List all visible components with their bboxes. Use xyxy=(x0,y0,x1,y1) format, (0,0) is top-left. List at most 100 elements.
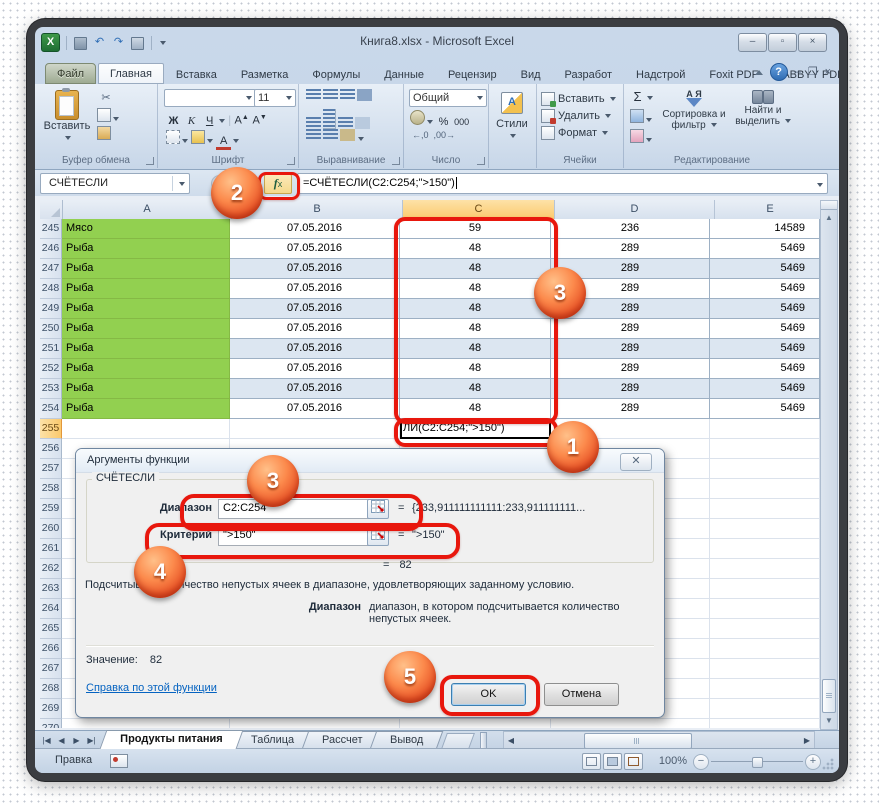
copy-button[interactable] xyxy=(97,108,119,125)
cell-B249[interactable]: 07.05.2016 xyxy=(230,299,400,319)
insert-worksheet-tab[interactable] xyxy=(442,733,476,749)
cell-B270[interactable] xyxy=(230,719,400,728)
range-input[interactable]: C2:C254 xyxy=(218,499,370,519)
function-help-link[interactable]: Справка по этой функции xyxy=(86,682,217,694)
cell-B248[interactable]: 07.05.2016 xyxy=(230,279,400,299)
cell-E249[interactable]: 5469 xyxy=(710,299,820,319)
cell-E263[interactable] xyxy=(710,579,820,599)
row-header-261[interactable]: 261 xyxy=(40,539,62,559)
vertical-scroll-thumb[interactable] xyxy=(822,679,836,713)
select-all-corner[interactable] xyxy=(40,200,63,220)
criteria-input[interactable]: ">150" xyxy=(218,526,370,546)
number-format-select[interactable]: Общий xyxy=(409,89,487,107)
cell-E260[interactable] xyxy=(710,519,820,539)
cell-C247[interactable]: 48 xyxy=(400,259,551,279)
dialog-help-button[interactable]: ? xyxy=(564,453,590,471)
cell-E252[interactable]: 5469 xyxy=(710,359,820,379)
cell-B246[interactable]: 07.05.2016 xyxy=(230,239,400,259)
row-header-250[interactable]: 250 xyxy=(40,319,62,339)
increase-decimal-icon[interactable]: ←,0 xyxy=(412,130,429,140)
cell-A250[interactable]: Рыба xyxy=(62,319,230,339)
cell-E264[interactable] xyxy=(710,599,820,619)
workbook-close-icon[interactable]: × xyxy=(825,65,831,79)
row-header-267[interactable]: 267 xyxy=(40,659,62,679)
scroll-left-icon[interactable]: ◀ xyxy=(504,736,518,745)
criteria-picker-icon[interactable] xyxy=(367,526,389,546)
vertical-scrollbar[interactable]: ▲ ▼ xyxy=(820,200,838,730)
cell-A251[interactable]: Рыба xyxy=(62,339,230,359)
cancel-button[interactable]: Отмена xyxy=(544,683,619,706)
ribbon-tab-разработ[interactable]: Разработ xyxy=(553,64,624,84)
sheet-tab-вывод[interactable]: Вывод xyxy=(370,731,444,749)
row-header-251[interactable]: 251 xyxy=(40,339,62,359)
zoom-out-icon[interactable]: − xyxy=(693,754,709,770)
cell-A248[interactable]: Рыба xyxy=(62,279,230,299)
styles-button[interactable]: А Стили xyxy=(493,92,531,142)
format-cells-button[interactable]: Формат xyxy=(537,124,623,141)
comma-format-icon[interactable]: 000 xyxy=(454,115,469,130)
scroll-up-icon[interactable]: ▲ xyxy=(821,210,837,225)
resize-grip[interactable] xyxy=(822,758,834,770)
cell-A253[interactable]: Рыба xyxy=(62,379,230,399)
column-header-C[interactable]: C xyxy=(403,200,555,220)
alignment-dialog-launcher-icon[interactable] xyxy=(392,157,400,165)
cell-D245[interactable]: 236 xyxy=(551,219,710,239)
cell-D270[interactable] xyxy=(551,719,710,728)
shrink-font-button[interactable]: А▼ xyxy=(252,110,267,125)
formula-input[interactable]: =СЧЁТЕСЛИ(C2:C254;">150") xyxy=(297,173,828,194)
clear-button[interactable] xyxy=(630,129,652,146)
cell-E255[interactable] xyxy=(710,419,820,439)
cell-C255-editing[interactable]: ЛИ(C2:C254;">150") xyxy=(400,419,551,439)
cell-E266[interactable] xyxy=(710,639,820,659)
cancel-entry-icon[interactable] xyxy=(211,175,228,192)
paste-button[interactable]: Вставить xyxy=(43,90,91,144)
cell-E270[interactable] xyxy=(710,719,820,728)
cell-D250[interactable]: 289 xyxy=(551,319,710,339)
column-header-B[interactable]: B xyxy=(232,200,403,220)
dialog-close-button[interactable]: ✕ xyxy=(620,453,652,471)
close-button[interactable]: × xyxy=(798,33,827,52)
decrease-decimal-icon[interactable]: ,00→ xyxy=(434,130,456,140)
cell-C254[interactable]: 48 xyxy=(400,399,551,419)
row-header-263[interactable]: 263 xyxy=(40,579,62,599)
ok-button[interactable]: OK xyxy=(451,683,526,706)
fill-button[interactable] xyxy=(630,109,652,126)
row-header-269[interactable]: 269 xyxy=(40,699,62,719)
clipboard-dialog-launcher-icon[interactable] xyxy=(146,157,154,165)
cell-E253[interactable]: 5469 xyxy=(710,379,820,399)
cell-C246[interactable]: 48 xyxy=(400,239,551,259)
cell-A247[interactable]: Рыба xyxy=(62,259,230,279)
ribbon-tab-разметка[interactable]: Разметка xyxy=(229,64,301,84)
cell-B250[interactable]: 07.05.2016 xyxy=(230,319,400,339)
zoom-slider-thumb[interactable] xyxy=(752,757,763,768)
ribbon-tab-рецензир[interactable]: Рецензир xyxy=(436,64,509,84)
cell-D254[interactable]: 289 xyxy=(551,399,710,419)
normal-view-icon[interactable] xyxy=(582,753,601,770)
scroll-right-icon[interactable]: ▶ xyxy=(800,736,814,745)
prev-sheet-icon[interactable]: ◀ xyxy=(55,736,68,745)
insert-function-button[interactable]: fx xyxy=(264,174,292,194)
row-header-256[interactable]: 256 xyxy=(40,439,62,459)
format-painter-button[interactable] xyxy=(97,126,111,143)
row-header-254[interactable]: 254 xyxy=(40,399,62,419)
sort-filter-button[interactable]: А Я Сортировка и фильтр xyxy=(662,90,726,131)
cell-C248[interactable]: 48 xyxy=(400,279,551,299)
row-header-257[interactable]: 257 xyxy=(40,459,62,479)
collapse-ribbon-icon[interactable] xyxy=(755,70,763,75)
row-header-259[interactable]: 259 xyxy=(40,499,62,519)
ribbon-tab-формулы[interactable]: Формулы xyxy=(300,64,372,84)
ribbon-tab-надстрой[interactable]: Надстрой xyxy=(624,64,697,84)
row-header-253[interactable]: 253 xyxy=(40,379,62,399)
cell-C252[interactable]: 48 xyxy=(400,359,551,379)
row-header-258[interactable]: 258 xyxy=(40,479,62,499)
bold-button[interactable]: Ж xyxy=(166,114,181,129)
zoom-slider[interactable]: − + xyxy=(697,754,817,769)
cell-B247[interactable]: 07.05.2016 xyxy=(230,259,400,279)
cut-button[interactable]: ✂ xyxy=(97,90,115,106)
cell-B252[interactable]: 07.05.2016 xyxy=(230,359,400,379)
cell-E261[interactable] xyxy=(710,539,820,559)
row-header-249[interactable]: 249 xyxy=(40,299,62,319)
font-name-select[interactable] xyxy=(164,89,256,107)
ribbon-tab-главная[interactable]: Главная xyxy=(98,63,164,84)
fill-color-icon[interactable] xyxy=(191,130,205,144)
